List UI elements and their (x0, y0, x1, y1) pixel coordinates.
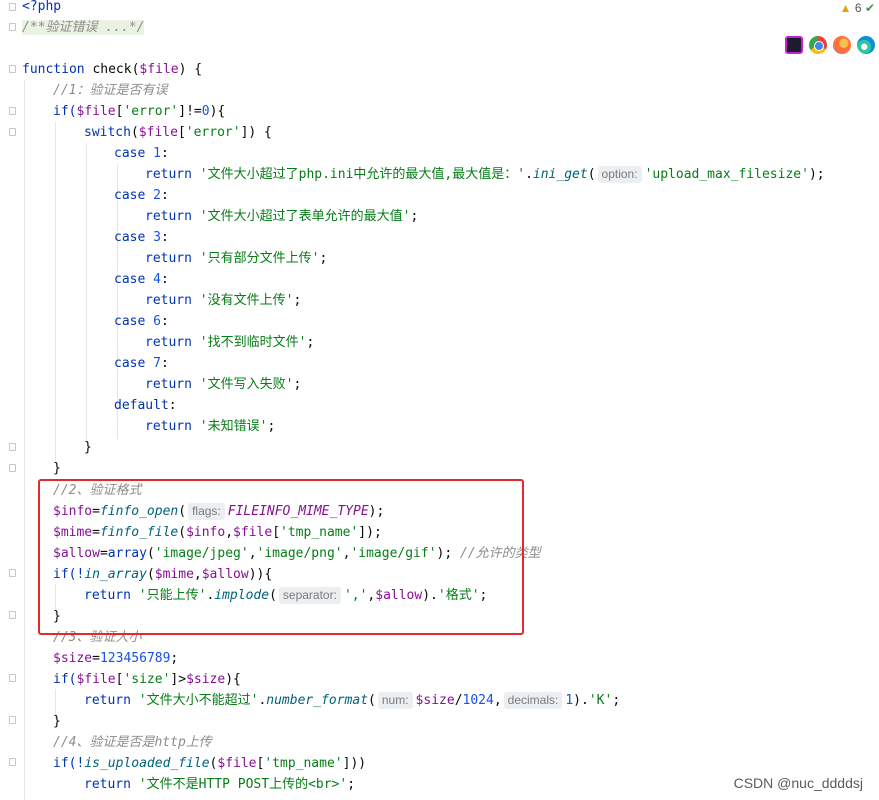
fold-marker[interactable] (9, 758, 16, 766)
fold-marker[interactable] (9, 128, 16, 136)
code-line: case 4: (114, 272, 169, 287)
warning-triangle-icon: ▲ (839, 1, 852, 15)
watermark: CSDN @nuc_ddddsj (733, 775, 863, 791)
fold-marker[interactable] (9, 65, 16, 73)
code-line: function check($file) { (22, 62, 203, 77)
fold-marker[interactable] (9, 464, 16, 472)
code-line: switch($file['error']) { (84, 125, 272, 140)
edge-icon[interactable] (857, 36, 875, 54)
code-line: } (84, 440, 92, 455)
code-line: return '文件不是HTTP POST上传的<br>'; (84, 777, 356, 792)
code-line: return '找不到临时文件'; (145, 335, 315, 350)
code-line: case 2: (114, 188, 169, 203)
highlight-annotation-box (38, 479, 524, 635)
code-line: return '文件大小超过了php.ini中允许的最大值,最大值是：'.ini… (145, 166, 825, 183)
code-line: return '未知错误'; (145, 419, 276, 434)
code-line: return '只有部分文件上传'; (145, 251, 328, 266)
phpstorm-icon[interactable] (785, 36, 803, 54)
code-line: <?php (22, 0, 62, 14)
fold-marker[interactable] (9, 443, 16, 451)
browser-preview-toolbar (785, 36, 875, 54)
code-line: //1：验证是否有误 (53, 83, 168, 98)
fold-marker[interactable] (9, 569, 16, 577)
code-line: if(!is_uploaded_file($file['tmp_name'])) (53, 756, 367, 771)
code-line: if($file['error']!=0){ (53, 104, 226, 119)
parameter-hint: option: (597, 166, 642, 183)
code-line: default: (114, 398, 177, 413)
code-line: return '没有文件上传'; (145, 293, 302, 308)
warning-indicator[interactable]: ▲ 6 ✔ (840, 1, 875, 15)
code-editor[interactable]: <?php /**验证错误 ...*/ function check($file… (0, 0, 879, 800)
fold-marker[interactable] (9, 3, 16, 11)
indent-guide (24, 80, 25, 800)
parameter-hint: num: (377, 692, 413, 709)
code-line: return '文件写入失败'; (145, 377, 302, 392)
code-line: case 7: (114, 356, 169, 371)
code-line: case 1: (114, 146, 169, 161)
code-line: case 3: (114, 230, 169, 245)
parameter-hint: decimals: (503, 692, 563, 709)
fold-marker[interactable] (9, 23, 16, 31)
warning-count: 6 (854, 1, 862, 15)
indent-guide (86, 143, 87, 443)
fold-marker[interactable] (9, 674, 16, 682)
firefox-icon[interactable] (833, 36, 851, 54)
code-line: } (53, 461, 61, 476)
code-line: /**验证错误 ...*/ (22, 17, 145, 38)
check-icon: ✔ (864, 1, 875, 15)
fold-marker[interactable] (9, 716, 16, 724)
folded-doc-comment[interactable]: /**验证错误 ...*/ (22, 20, 145, 35)
fold-marker[interactable] (9, 611, 16, 619)
code-line: $size=123456789; (53, 651, 179, 666)
code-line: return '文件大小不能超过'.number_format(num: $siz… (84, 692, 621, 709)
code-line: //4、验证是否是http上传 (53, 735, 212, 750)
indent-guide (55, 122, 56, 462)
chrome-icon[interactable] (809, 36, 827, 54)
code-line: return '文件大小超过了表单允许的最大值'; (145, 209, 419, 224)
code-line: } (53, 714, 61, 729)
code-line: if($file['size']>$size){ (53, 672, 241, 687)
code-line: case 6: (114, 314, 169, 329)
fold-marker[interactable] (9, 107, 16, 115)
